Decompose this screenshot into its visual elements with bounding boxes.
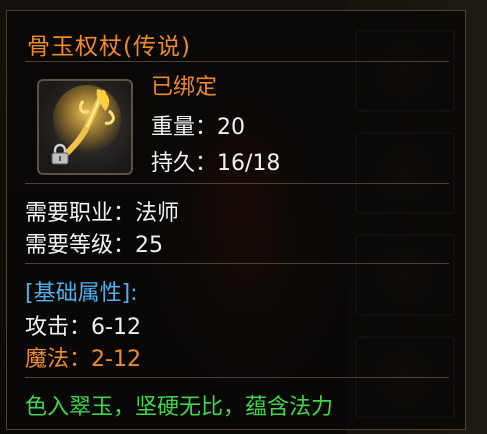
required-level-value: 25 — [135, 233, 164, 258]
flavor-text: 色入翠玉，坚硬无比，蕴含法力 — [25, 395, 334, 420]
durability-value: 16/18 — [217, 151, 281, 176]
attack-value: 6-12 — [91, 315, 141, 340]
weight-label: 重量 — [151, 115, 196, 140]
magic-label: 魔法 — [25, 347, 70, 372]
colon: ： — [69, 347, 92, 372]
divider — [25, 183, 449, 184]
divider — [25, 61, 449, 62]
colon: ： — [113, 233, 136, 258]
item-title: 骨玉权杖(传说) — [27, 34, 191, 60]
weight-stat: 重量：20 — [151, 109, 245, 141]
required-class-value: 法师 — [135, 201, 180, 226]
required-class-label: 需要职业 — [25, 201, 114, 226]
divider — [25, 263, 449, 264]
colon: ： — [195, 151, 218, 176]
colon: ： — [69, 315, 92, 340]
magic-stat: 魔法：2-12 — [25, 341, 141, 373]
attack-stat: 攻击：6-12 — [25, 309, 141, 341]
required-level-label: 需要等级 — [25, 233, 114, 258]
durability-label: 持久 — [151, 151, 196, 176]
base-attributes-header: [基础属性]: — [25, 281, 138, 306]
colon: ： — [113, 201, 136, 226]
item-tooltip: 骨玉权杖(传说) 已绑定 重量：20 持久：16/18 需要职业：法师 需要等级… — [6, 10, 466, 430]
weight-value: 20 — [217, 115, 246, 140]
attack-label: 攻击 — [25, 315, 70, 340]
magic-value: 2-12 — [91, 347, 141, 372]
colon: ： — [195, 115, 218, 140]
durability-stat: 持久：16/18 — [151, 145, 280, 177]
required-class-stat: 需要职业：法师 — [25, 195, 179, 227]
required-level-stat: 需要等级：25 — [25, 227, 163, 259]
bound-status: 已绑定 — [151, 75, 218, 100]
divider — [25, 377, 449, 378]
item-icon-slot[interactable] — [37, 79, 133, 175]
lock-icon — [51, 143, 69, 165]
